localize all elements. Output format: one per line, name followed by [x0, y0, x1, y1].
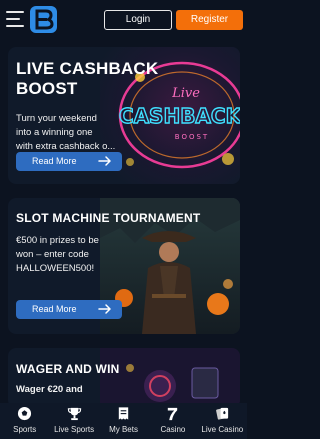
nav-label: Sports [13, 425, 37, 434]
nav-label: Casino [160, 425, 186, 434]
promo-description: Wager €20 and [16, 384, 83, 395]
promo-title: WAGER AND WIN [16, 362, 120, 376]
casino-art [100, 348, 240, 408]
bottom-nav: Sports Live Sports My Bets Casino Live C… [0, 403, 247, 439]
nav-item-sports[interactable]: Sports [0, 403, 49, 439]
promo-title: LIVE CASHBACK BOOST [16, 59, 159, 98]
lucky-seven-icon [168, 407, 178, 421]
brand-b-logo-icon[interactable] [30, 6, 57, 33]
soccer-ball-icon [18, 406, 32, 421]
nav-item-live-sports[interactable]: Live Sports [49, 403, 98, 439]
neon-cashback-text: CASHBACK [119, 104, 240, 128]
nav-label: Live Casino [201, 425, 244, 434]
ticket-icon [118, 407, 129, 420]
nav-item-my-bets[interactable]: My Bets [99, 403, 148, 439]
top-header: Login Register [0, 0, 247, 40]
promo-card-live-cashback[interactable]: Live CASHBACK BOOST LIVE CASHBACK BOOST T… [8, 47, 240, 184]
nav-label: Live Sports [54, 425, 95, 434]
promo-card-slot-tournament[interactable]: SLOT MACHINE TOURNAMENT €500 in prizes t… [8, 198, 240, 334]
nav-item-casino[interactable]: Casino [148, 403, 197, 439]
nav-item-live-casino[interactable]: Live Casino [198, 403, 247, 439]
playing-cards-icon [215, 407, 228, 420]
arrow-right-icon [98, 304, 111, 314]
trophy-icon [67, 407, 81, 421]
promo-card-wager-and-win[interactable]: WAGER AND WIN Wager €20 and [8, 348, 240, 408]
register-button[interactable]: Register [176, 10, 243, 30]
promo-description: €500 in prizes to be won – enter code HA… [16, 235, 99, 274]
login-button[interactable]: Login [104, 10, 172, 30]
promo-description: Turn your weekend into a winning one wit… [16, 113, 116, 152]
arrow-right-icon [98, 156, 111, 166]
neon-live-text: Live [171, 86, 200, 101]
neon-boost-text: BOOST [175, 133, 209, 141]
menu-icon[interactable] [6, 11, 24, 27]
nav-label: My Bets [109, 425, 138, 434]
read-more-button[interactable]: Read More [16, 152, 122, 171]
read-more-button[interactable]: Read More [16, 300, 122, 319]
promo-title: SLOT MACHINE TOURNAMENT [16, 211, 201, 225]
